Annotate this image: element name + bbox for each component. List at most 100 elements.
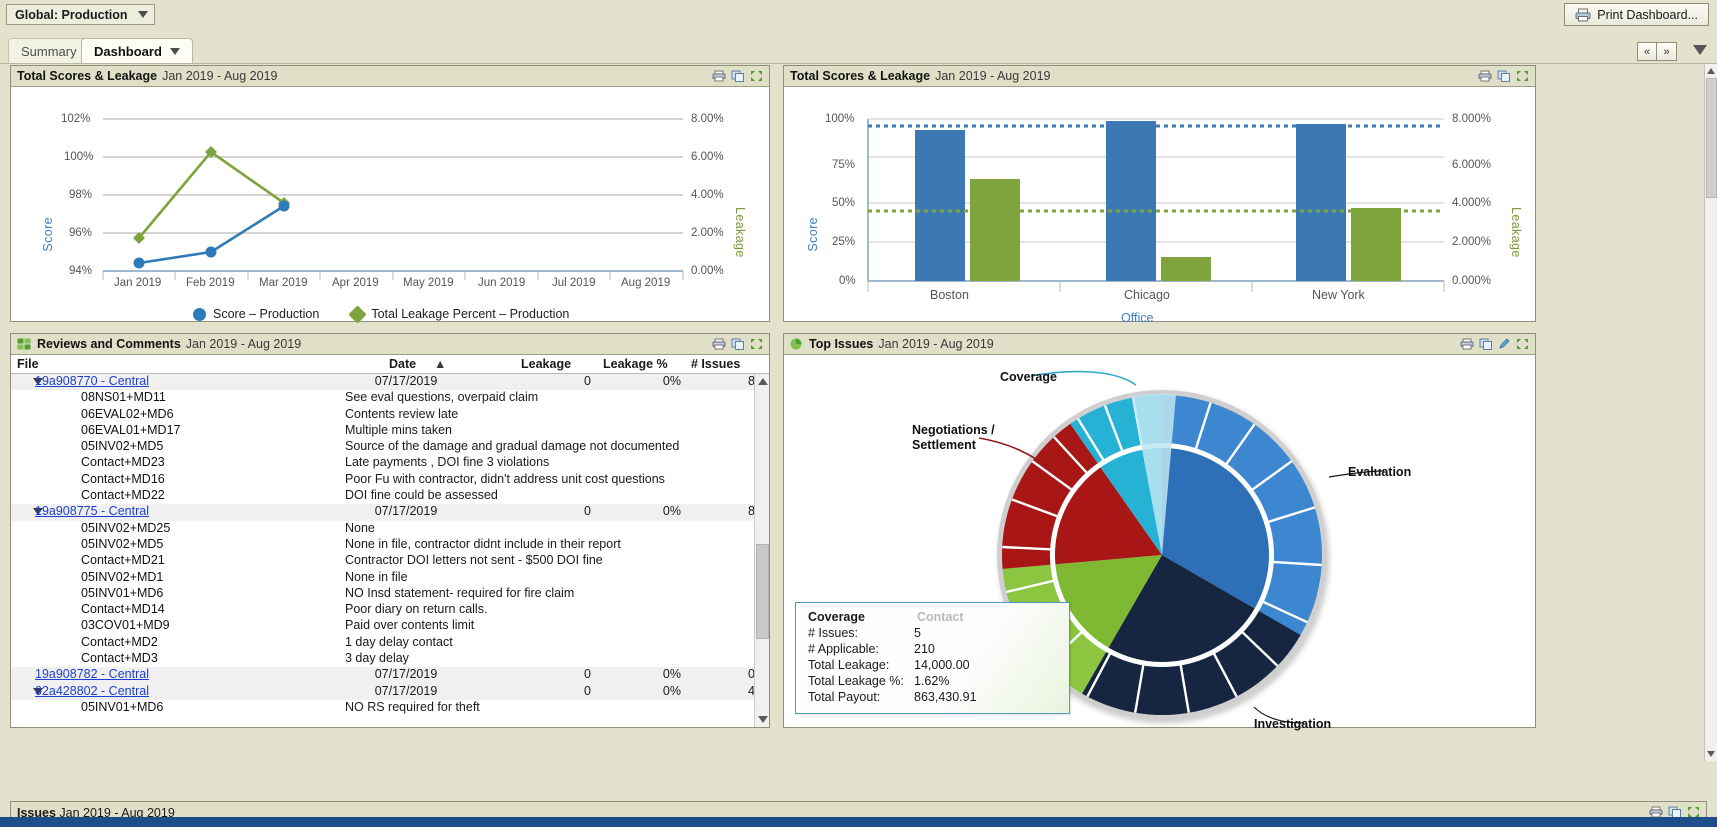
panel-title: Reviews and Comments (37, 337, 181, 351)
print-icon[interactable] (1478, 70, 1492, 82)
table-row[interactable]: Contact+MD3 3 day delay (11, 651, 754, 667)
chevron-down-icon (137, 11, 148, 18)
tooltip-value-applicable: 210 (914, 642, 935, 656)
table-row[interactable]: 03COV01+MD9 Paid over contents limit (11, 618, 754, 634)
bar-chart-x-axis-title: Office (1121, 311, 1154, 325)
table-cell-file-link[interactable]: 19a908770 - Central (35, 374, 149, 388)
table-row[interactable]: 06EVAL01+MD17 Multiple mins taken (11, 423, 754, 439)
scrollbar-thumb[interactable] (756, 544, 769, 639)
scrollbar-thumb[interactable] (1706, 78, 1717, 198)
tooltip-key-applicable: # Applicable: (808, 642, 879, 656)
table-cell-comment: 1 day delay contact (345, 634, 453, 649)
table-row[interactable]: 06EVAL02+MD6 Contents review late (11, 407, 754, 423)
table-vertical-scrollbar[interactable] (754, 374, 769, 727)
table-cell-leakage: 0 (584, 504, 591, 519)
table-row[interactable]: 05INV02+MD25 None (11, 521, 754, 537)
maximize-icon[interactable] (1516, 70, 1529, 82)
column-header-date[interactable]: Date (389, 357, 416, 371)
table-cell-file-link[interactable]: 19a908782 - Central (35, 667, 149, 681)
table-icon (17, 338, 32, 350)
scroll-up-icon[interactable] (758, 378, 768, 385)
chart-icon (790, 338, 804, 350)
legend-item-score[interactable]: Score – Production (193, 307, 319, 321)
scroll-down-icon[interactable] (1707, 751, 1715, 757)
tab-strip: Summary Dashboard (0, 38, 1717, 64)
table-cell-leakage-pct: 0% (662, 504, 681, 519)
pie-label-negotiations-settlement: Negotiations / Settlement (912, 423, 1012, 453)
table-cell-code: 05INV02+MD1 (81, 569, 164, 584)
legend-label-score: Score – Production (213, 307, 320, 321)
column-header-issues[interactable]: # Issues (691, 357, 740, 371)
panel-header-icons (1460, 338, 1531, 350)
os-taskbar (0, 817, 1717, 827)
table-row[interactable]: Contact+MD2 1 day delay contact (11, 635, 754, 651)
table-row[interactable]: 08NS01+MD11 See eval questions, overpaid … (11, 390, 754, 406)
panel-title: Top Issues (809, 337, 874, 351)
table-row[interactable]: 05INV02+MD5 None in file, contractor didn… (11, 537, 754, 553)
scroll-down-icon[interactable] (758, 716, 768, 723)
x-tick-2: Mar 2019 (259, 277, 308, 289)
table-cell-file-link[interactable]: 19a908775 - Central (35, 504, 149, 518)
table-row[interactable]: Contact+MD23 Late payments , DOI fine 3 v… (11, 455, 754, 471)
table-cell-code: 08NS01+MD11 (81, 390, 166, 405)
table-cell-leakage-pct: 0% (662, 683, 681, 698)
print-icon[interactable] (712, 70, 726, 82)
scroll-up-icon[interactable] (1707, 68, 1715, 74)
table-cell-comment: DOI fine could be assessed (345, 488, 498, 503)
table-row[interactable]: 05INV02+MD5 Source of the damage and grad… (11, 439, 754, 455)
table-cell-comment: NO Insd statement- required for fire cla… (345, 585, 575, 600)
copy-icon[interactable] (731, 70, 745, 82)
panel-header-icons (1478, 70, 1531, 82)
page-vertical-scrollbar[interactable] (1704, 64, 1717, 761)
table-row[interactable]: 05INV01+MD6 NO Insd statement- required f… (11, 586, 754, 602)
legend-item-leakage[interactable]: Total Leakage Percent – Production (348, 304, 569, 324)
copy-icon[interactable] (1479, 338, 1493, 350)
table-cell-comment: See eval questions, overpaid claim (345, 390, 539, 405)
table-row[interactable]: 02a428802 - Central 07/17/2019 0 0% 4 (11, 683, 754, 700)
bar-chart-body: Score Leakage 100% 75% 50% 25% 0% 8.000%… (784, 87, 1535, 325)
table-rows-container[interactable]: 19a908770 - Central 07/17/2019 0 0% 8 08NS01+… (11, 374, 754, 727)
table-row[interactable]: Contact+MD22 DOI fine could be assessed (11, 488, 754, 504)
print-icon[interactable] (1460, 338, 1474, 350)
maximize-icon[interactable] (1516, 338, 1529, 350)
pager-prev-button[interactable]: « (1637, 42, 1657, 61)
table-row[interactable]: Contact+MD21 Contractor DOI letters not s… (11, 553, 754, 569)
panel-subtitle: Jan 2019 - Aug 2019 (162, 69, 278, 83)
table-row[interactable]: 05INV02+MD1 None in file (11, 570, 754, 586)
table-row[interactable]: 19a908770 - Central 07/17/2019 0 0% 8 (11, 374, 754, 391)
column-header-leakage[interactable]: Leakage (521, 357, 571, 371)
pager-next-button[interactable]: » (1657, 42, 1677, 61)
donut-tooltip: Coverage Contact # Issues: 5 # Applicabl… (795, 602, 1070, 714)
table-row[interactable]: 05INV01+MD6 NO RS required for theft (11, 700, 754, 716)
pie-label-coverage: Coverage (1000, 370, 1057, 384)
column-header-file[interactable]: File (17, 357, 39, 371)
maximize-icon[interactable] (750, 70, 763, 82)
maximize-icon[interactable] (750, 338, 763, 350)
copy-icon[interactable] (1497, 70, 1511, 82)
edit-icon[interactable] (1498, 338, 1511, 350)
table-cell-code: Contact+MD22 (81, 488, 165, 503)
table-cell-leakage: 0 (584, 374, 591, 388)
table-cell-file-link[interactable]: 02a428802 - Central (35, 684, 149, 698)
column-header-leakage-pct[interactable]: Leakage % (603, 357, 668, 371)
tab-dashboard[interactable]: Dashboard (81, 38, 193, 64)
print-icon[interactable] (712, 338, 726, 350)
table-row[interactable]: Contact+MD14 Poor diary on return calls. (11, 602, 754, 618)
chevron-down-icon[interactable] (1693, 45, 1707, 55)
table-cell-leakage: 0 (584, 683, 591, 698)
table-header-row: File Date ▲ Leakage Leakage % # Issues (11, 355, 769, 374)
table-row[interactable]: Contact+MD16 Poor Fu with contractor, did… (11, 472, 754, 488)
table-row[interactable]: 19a908775 - Central 07/17/2019 0 0% 8 (11, 504, 754, 521)
panel-total-scores-leakage-bar: Total Scores & Leakage Jan 2019 - Aug 20… (783, 65, 1536, 325)
bar-x-tick-0: Boston (930, 288, 969, 302)
table-cell-code: Contact+MD16 (81, 471, 165, 486)
copy-icon[interactable] (731, 338, 745, 350)
global-production-dropdown[interactable]: Global: Production (6, 4, 155, 25)
tab-summary[interactable]: Summary (8, 38, 90, 64)
tooltip-row: Total Leakage: 14,000.00 (808, 658, 1059, 672)
print-dashboard-button[interactable]: Print Dashboard... (1564, 3, 1709, 26)
x-tick-3: Apr 2019 (332, 277, 379, 289)
pie-label-negotiations-settlement-text: Negotiations / Settlement (912, 423, 995, 452)
tooltip-row: Total Leakage %: 1.62% (808, 674, 1059, 688)
table-row[interactable]: 19a908782 - Central 07/17/2019 0 0% 0 (11, 667, 754, 684)
